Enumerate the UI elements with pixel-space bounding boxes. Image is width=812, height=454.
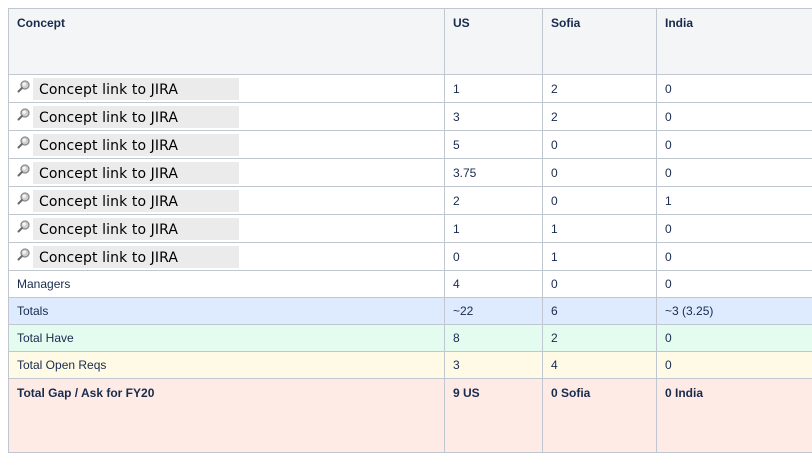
sofia-value: 0 Sofia (542, 378, 657, 453)
us-value: 1 (444, 74, 543, 103)
concept-cell: Concept link to JIRA (8, 158, 445, 187)
row-label: Totals (8, 297, 445, 325)
concept-jira-link[interactable]: Concept link to JIRA (33, 161, 239, 184)
header-sofia: Sofia (542, 8, 657, 75)
magnifier-icon (17, 79, 31, 93)
magnifier-icon (17, 247, 31, 261)
concept-jira-link[interactable]: Concept link to JIRA (33, 189, 239, 212)
total-gap-row: Total Gap / Ask for FY20 9 US 0 Sofia 0 … (8, 378, 812, 453)
concept-jira-link[interactable]: Concept link to JIRA (33, 77, 239, 100)
us-value: 8 (444, 324, 543, 352)
header-row: Concept US Sofia India (8, 8, 812, 75)
header-concept: Concept (8, 8, 445, 75)
india-value: 0 (656, 242, 812, 271)
india-value: 1 (656, 186, 812, 215)
sofia-value: 1 (542, 214, 657, 243)
row-label: Total Gap / Ask for FY20 (8, 378, 445, 453)
row-label: Total Open Reqs (8, 351, 445, 379)
table-row: Concept link to JIRA 5 0 0 (8, 130, 812, 159)
concept-jira-link[interactable]: Concept link to JIRA (33, 133, 239, 156)
sofia-value: 0 (542, 186, 657, 215)
us-value: 3.75 (444, 158, 543, 187)
india-value: 0 (656, 158, 812, 187)
sofia-value: 6 (542, 297, 657, 325)
india-value: 0 (656, 270, 812, 298)
concept-jira-link[interactable]: Concept link to JIRA (33, 217, 239, 240)
us-value: 3 (444, 351, 543, 379)
concept-cell: Concept link to JIRA (8, 102, 445, 131)
india-value: 0 India (656, 378, 812, 453)
sofia-value: 2 (542, 74, 657, 103)
india-value: 0 (656, 102, 812, 131)
india-value: 0 (656, 74, 812, 103)
totals-row: Totals ~22 6 ~3 (3.25) (8, 297, 812, 325)
table-row: Concept link to JIRA 0 1 0 (8, 242, 812, 271)
us-value: 3 (444, 102, 543, 131)
table-row: Concept link to JIRA 3 2 0 (8, 102, 812, 131)
india-value: 0 (656, 351, 812, 379)
concept-cell: Concept link to JIRA (8, 74, 445, 103)
sofia-value: 4 (542, 351, 657, 379)
table-row: Concept link to JIRA 1 1 0 (8, 214, 812, 243)
india-value: 0 (656, 214, 812, 243)
concept-jira-link[interactable]: Concept link to JIRA (33, 245, 239, 268)
us-value: 4 (444, 270, 543, 298)
sofia-value: 1 (542, 242, 657, 271)
sofia-value: 2 (542, 102, 657, 131)
sofia-value: 0 (542, 130, 657, 159)
sofia-value: 0 (542, 158, 657, 187)
table-row: Concept link to JIRA 2 0 1 (8, 186, 812, 215)
sofia-value: 0 (542, 270, 657, 298)
magnifier-icon (17, 219, 31, 233)
managers-row: Managers 4 0 0 (8, 270, 812, 298)
total-have-row: Total Have 8 2 0 (8, 324, 812, 352)
us-value: ~22 (444, 297, 543, 325)
concept-jira-link[interactable]: Concept link to JIRA (33, 105, 239, 128)
us-value: 0 (444, 242, 543, 271)
us-value: 5 (444, 130, 543, 159)
magnifier-icon (17, 191, 31, 205)
headcount-table: Concept US Sofia India Concept link to J… (8, 8, 812, 453)
concept-cell: Concept link to JIRA (8, 186, 445, 215)
concept-cell: Concept link to JIRA (8, 214, 445, 243)
row-label: Total Have (8, 324, 445, 352)
magnifier-icon (17, 135, 31, 149)
india-value: 0 (656, 324, 812, 352)
header-india: India (656, 8, 812, 75)
concept-cell: Concept link to JIRA (8, 130, 445, 159)
header-us: US (444, 8, 543, 75)
us-value: 9 US (444, 378, 543, 453)
table-row: Concept link to JIRA 3.75 0 0 (8, 158, 812, 187)
india-value: ~3 (3.25) (656, 297, 812, 325)
india-value: 0 (656, 130, 812, 159)
magnifier-icon (17, 107, 31, 121)
total-open-reqs-row: Total Open Reqs 3 4 0 (8, 351, 812, 379)
concept-cell: Concept link to JIRA (8, 242, 445, 271)
us-value: 1 (444, 214, 543, 243)
row-label: Managers (8, 270, 445, 298)
us-value: 2 (444, 186, 543, 215)
sofia-value: 2 (542, 324, 657, 352)
table-row: Concept link to JIRA 1 2 0 (8, 74, 812, 103)
magnifier-icon (17, 163, 31, 177)
